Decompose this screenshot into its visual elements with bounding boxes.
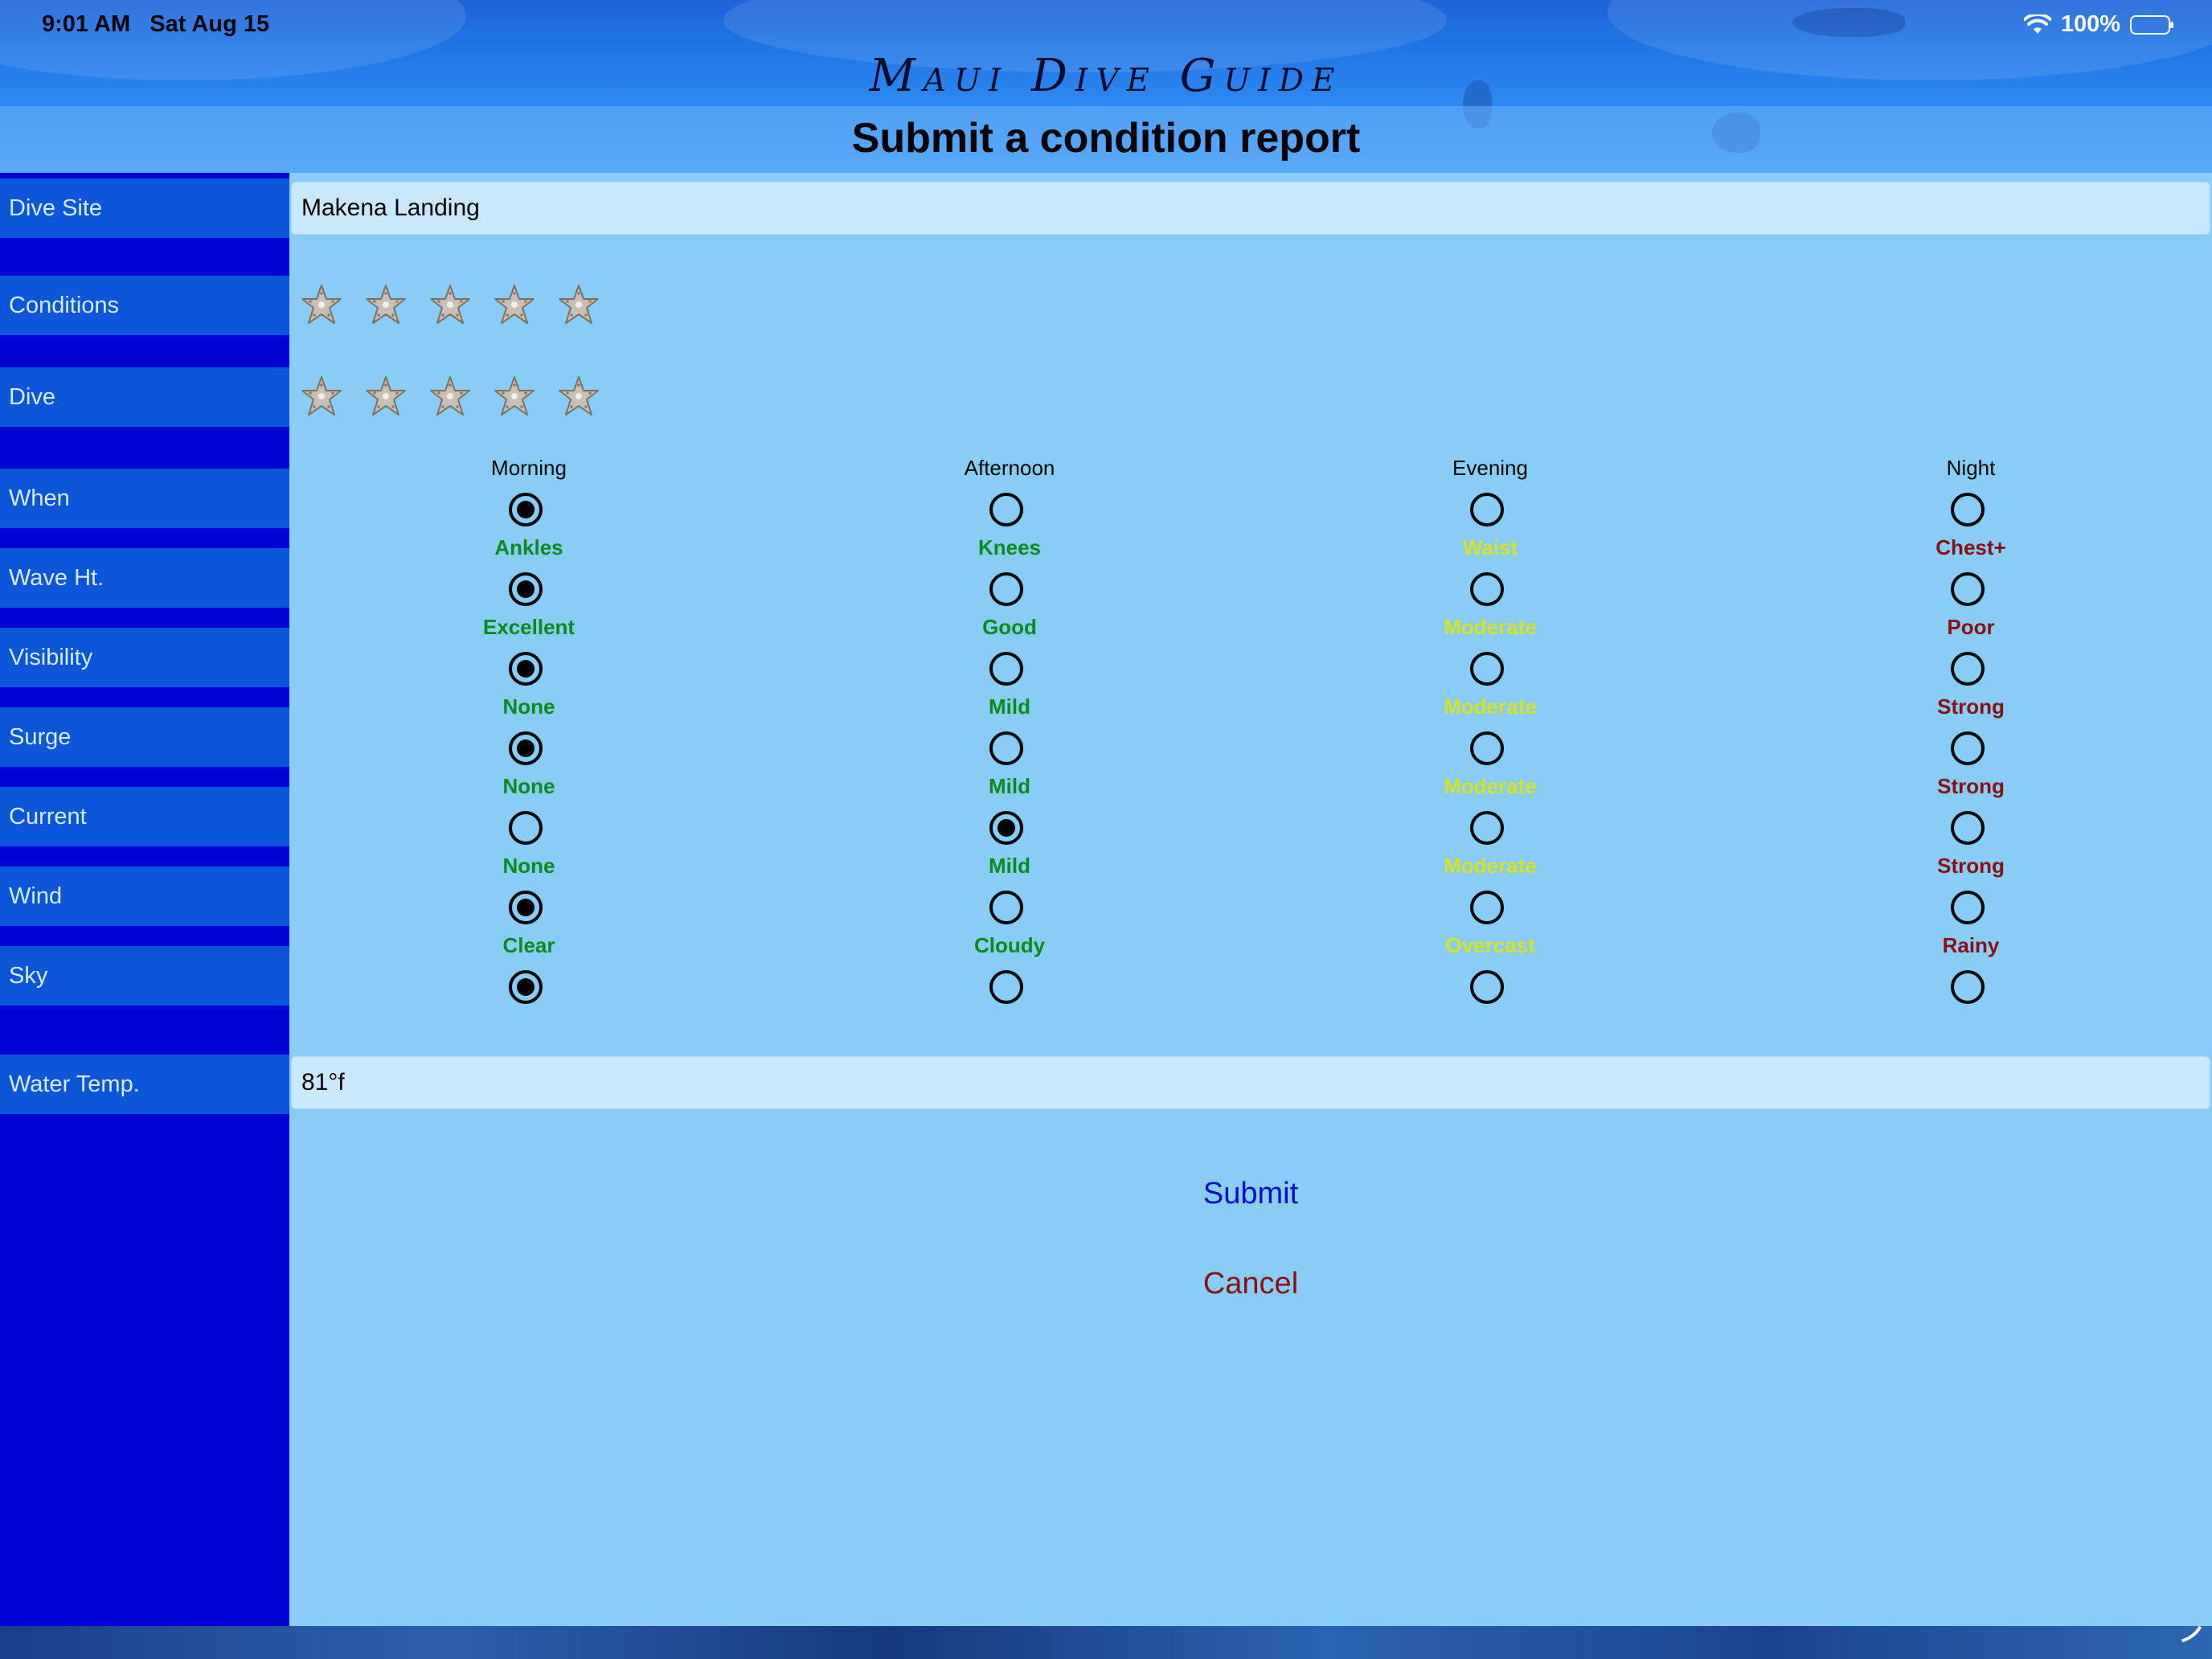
surge-option-label: Strong [1937,694,2005,719]
wave-ht-option-label: Waist [1462,535,1518,559]
submit-button[interactable]: Submit [1090,1177,1411,1211]
cancel-button[interactable]: Cancel [1090,1267,1411,1301]
dive-star-icon[interactable] [556,375,601,420]
status-indicators: 100% [2023,11,2173,38]
wind-option-label: Strong [1937,854,2005,878]
current-option-label: Mild [989,774,1030,798]
current-radio-moderate[interactable] [1470,811,1504,845]
conditions-rating [299,283,601,328]
surge-radio-mild[interactable] [989,731,1023,765]
visibility-radio-moderate[interactable] [1470,652,1504,686]
surge-label: Surge [0,707,289,767]
current-option-label: Moderate [1444,774,1537,798]
surge-radio-none[interactable] [509,731,543,765]
radio-selected-dot [997,819,1015,837]
wave-ht-radio-waist[interactable] [1470,572,1504,606]
current-option-label: Strong [1937,774,2005,798]
wave-ht-option-label: Knees [977,535,1042,559]
dive-star-icon[interactable] [492,375,537,420]
visibility-radio-good[interactable] [989,652,1023,686]
visibility-radio-excellent[interactable] [509,652,543,686]
wind-label: Wind [0,866,289,926]
visibility-option-label: Poor [1947,615,1995,639]
visibility-radio-poor[interactable] [1951,652,1985,686]
visibility-option-label: Good [982,615,1037,639]
dive-label: Dive [0,367,289,427]
surge-option-label: Moderate [1444,694,1537,719]
sky-option-label: Cloudy [973,933,1046,957]
water-temp-field[interactable]: 81°f [291,1056,2210,1109]
radio-selected-dot [517,580,535,598]
conditions-star-icon[interactable] [363,283,408,328]
wave-ht-radio-ankles[interactable] [509,572,543,606]
sky-radio-cloudy[interactable] [989,970,1023,1004]
surge-option-label: Mild [989,694,1030,719]
radio-selected-dot [517,899,535,916]
current-radio-mild[interactable] [989,811,1023,845]
conditions-label: Conditions [0,276,289,335]
wind-radio-mild[interactable] [989,891,1023,924]
dive-rating [299,375,601,420]
wind-option-label: Mild [989,854,1030,878]
radio-selected-dot [517,978,535,996]
battery-percent: 100% [2060,11,2120,37]
page-title: Submit a condition report [851,115,1361,162]
sky-label: Sky [0,946,289,1006]
wind-radio-moderate[interactable] [1470,891,1504,924]
battery-icon [2130,14,2173,35]
dive-star-icon[interactable] [363,375,408,420]
wave-ht-label: Wave Ht. [0,548,289,608]
bottom-background-strip [0,1611,2212,1659]
wave-ht-option-label: Ankles [494,535,563,559]
current-radio-none[interactable] [509,811,543,845]
wind-radio-none[interactable] [509,891,543,924]
radio-selected-dot [517,660,535,678]
dive-site-label: Dive Site [0,178,289,238]
conditions-star-icon[interactable] [492,283,537,328]
sky-option-label: Overcast [1445,933,1535,957]
conditions-star-icon[interactable] [556,283,601,328]
conditions-star-icon[interactable] [299,283,344,328]
wave-ht-radio-chest[interactable] [1951,572,1985,606]
dive-star-icon[interactable] [428,375,473,420]
visibility-label: Visibility [0,628,289,687]
current-label: Current [0,787,289,846]
sky-radio-rainy[interactable] [1951,970,1985,1004]
when-radio-evening[interactable] [1470,493,1504,526]
when-radio-afternoon[interactable] [989,493,1023,526]
when-label: When [0,469,289,528]
when-radio-night[interactable] [1951,493,1985,526]
when-option-label: Night [1946,456,1996,480]
surge-radio-strong[interactable] [1951,731,1985,765]
current-option-label: None [502,774,555,798]
radio-selected-dot [517,739,535,757]
wifi-icon [2023,14,2051,35]
conditions-star-icon[interactable] [428,283,473,328]
sky-option-label: Rainy [1942,933,2000,957]
surge-option-label: None [502,694,555,719]
sky-option-label: Clear [502,933,555,957]
when-option-label: Morning [491,456,567,480]
water-temp-label: Water Temp. [0,1055,289,1114]
wave-ht-option-label: Chest+ [1936,535,2006,559]
current-radio-strong[interactable] [1951,811,1985,845]
when-option-label: Afternoon [964,456,1055,480]
dive-star-icon[interactable] [299,375,344,420]
visibility-option-label: Excellent [482,615,576,639]
wave-ht-radio-knees[interactable] [989,572,1023,606]
surge-radio-moderate[interactable] [1470,731,1504,765]
radio-selected-dot [517,501,535,518]
app-title: Maui Dive Guide [869,50,1343,102]
status-time: 9:01 AM Sat Aug 15 [42,11,270,37]
when-option-label: Evening [1452,456,1528,480]
visibility-option-label: Moderate [1444,615,1537,639]
wind-radio-strong[interactable] [1951,891,1985,924]
wind-option-label: Moderate [1444,854,1537,878]
sky-radio-overcast[interactable] [1470,970,1504,1004]
wind-option-label: None [502,854,555,878]
sky-radio-clear[interactable] [509,970,543,1004]
when-radio-morning[interactable] [509,493,543,526]
dive-site-field[interactable]: Makena Landing [291,182,2210,235]
